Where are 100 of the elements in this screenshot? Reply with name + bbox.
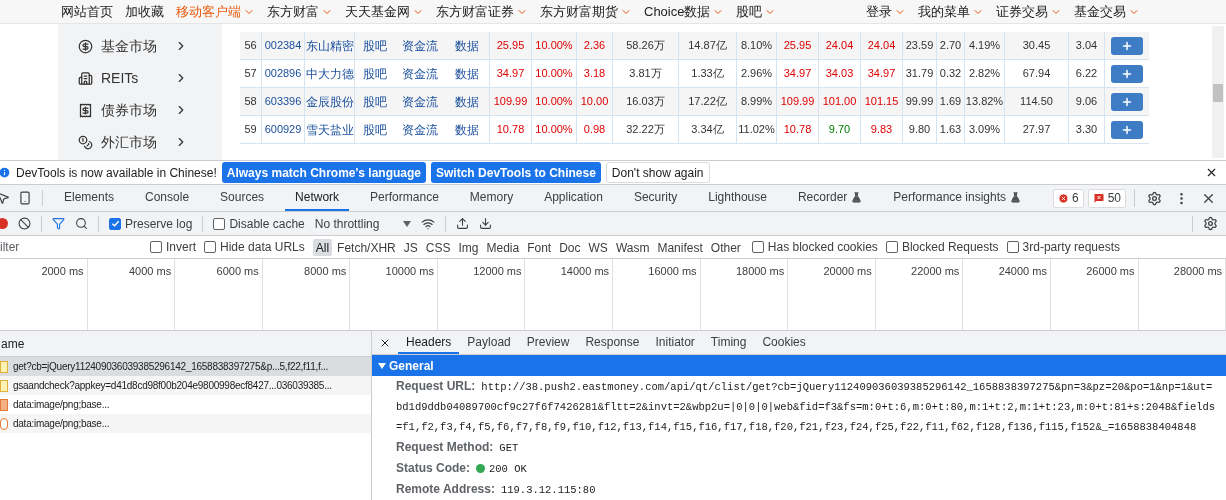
table-link[interactable]: 资金流 bbox=[395, 88, 445, 115]
filter-icon[interactable] bbox=[52, 217, 65, 230]
nav-link[interactable]: 基金交易 bbox=[1068, 1, 1146, 22]
checkbox[interactable] bbox=[109, 217, 121, 230]
record-icon[interactable] bbox=[0, 218, 8, 229]
details-tab[interactable]: Cookies bbox=[754, 331, 814, 355]
close-icon[interactable] bbox=[1205, 166, 1218, 179]
settings-icon[interactable] bbox=[1203, 216, 1218, 231]
sidebar-item[interactable]: REITs bbox=[58, 62, 222, 94]
type-filter-chip[interactable]: Fetch/XHR bbox=[334, 238, 399, 256]
nav-link[interactable]: Choice数据 bbox=[638, 1, 731, 22]
devtools-tab[interactable]: Security bbox=[623, 185, 688, 211]
add-button[interactable] bbox=[1111, 36, 1143, 55]
devtools-tab[interactable]: Recorder bbox=[787, 185, 873, 211]
sidebar-item[interactable]: 基金市场 bbox=[58, 30, 222, 62]
request-row[interactable]: data:image/png;base... bbox=[0, 414, 371, 433]
type-filter-chip[interactable]: CSS bbox=[422, 238, 454, 256]
stock-name-link[interactable]: 中大力德 bbox=[305, 60, 355, 87]
nav-link[interactable]: 东方财富期货 bbox=[534, 1, 638, 22]
devtools-tab[interactable]: Performance insights bbox=[883, 185, 1032, 211]
add-button[interactable] bbox=[1111, 64, 1143, 83]
download-icon[interactable] bbox=[479, 217, 493, 230]
devtools-tab[interactable]: Memory bbox=[459, 185, 524, 211]
checkbox[interactable] bbox=[204, 241, 216, 253]
infobar-button[interactable]: Switch DevTools to Chinese bbox=[431, 162, 601, 183]
settings-icon[interactable] bbox=[1147, 190, 1162, 206]
type-filter-chip[interactable]: Other bbox=[707, 238, 744, 256]
checkbox[interactable] bbox=[150, 241, 162, 253]
add-button[interactable] bbox=[1111, 92, 1143, 111]
stock-code-link[interactable]: 603396 bbox=[262, 88, 305, 115]
table-link[interactable]: 资金流 bbox=[395, 116, 445, 143]
table-link[interactable]: 资金流 bbox=[395, 32, 445, 59]
section-header[interactable]: General bbox=[372, 355, 1226, 376]
nav-link[interactable]: 东方财富证券 bbox=[430, 1, 534, 22]
details-tab[interactable]: Preview bbox=[518, 331, 578, 355]
stock-name-link[interactable]: 雪天盐业 bbox=[305, 116, 355, 143]
add-button[interactable] bbox=[1111, 120, 1143, 139]
type-filter-chip[interactable]: Wasm bbox=[612, 238, 653, 256]
devtools-tab[interactable]: Application bbox=[534, 185, 613, 211]
clear-icon[interactable] bbox=[18, 217, 31, 230]
request-row[interactable]: get?cb=jQuery112409036039385296142_1658838397275&p...5,f22,f11,f... bbox=[0, 357, 371, 376]
table-link[interactable]: 数据 bbox=[445, 116, 490, 143]
stock-code-link[interactable]: 002384 bbox=[262, 32, 305, 59]
details-tab[interactable]: Timing bbox=[702, 331, 755, 355]
nav-link[interactable]: 东方财富 bbox=[261, 1, 339, 22]
type-filter-chip[interactable]: JS bbox=[400, 238, 421, 256]
filter-field[interactable]: ilter bbox=[0, 237, 142, 257]
infobar-button[interactable]: Don't show again bbox=[605, 162, 710, 183]
table-link[interactable]: 股吧 bbox=[355, 60, 395, 87]
type-filter-chip[interactable]: Doc bbox=[556, 238, 584, 256]
type-filter-chip[interactable]: Manifest bbox=[654, 238, 706, 256]
nav-link[interactable]: 我的菜单 bbox=[912, 1, 990, 22]
type-filter-chip[interactable]: Media bbox=[483, 238, 523, 256]
nav-link[interactable]: 股吧 bbox=[730, 1, 783, 22]
sidebar-item[interactable]: 外汇市场 bbox=[58, 126, 222, 158]
stock-code-link[interactable]: 002896 bbox=[262, 60, 305, 87]
nav-link[interactable]: 网站首页 bbox=[55, 1, 119, 22]
nav-link[interactable]: 登录 bbox=[860, 1, 912, 22]
stock-name-link[interactable]: 东山精密 bbox=[305, 32, 355, 59]
search-icon[interactable] bbox=[75, 217, 88, 230]
sidebar-item[interactable]: 债券市场 bbox=[58, 94, 222, 126]
table-link[interactable]: 股吧 bbox=[355, 32, 395, 59]
column-header[interactable]: ame bbox=[0, 331, 371, 357]
devtools-tab[interactable]: Sources bbox=[210, 185, 275, 211]
devtools-tab[interactable]: Performance bbox=[360, 185, 449, 211]
table-link[interactable]: 数据 bbox=[445, 60, 490, 87]
type-filter-chip[interactable]: WS bbox=[585, 238, 611, 256]
warning-count-badge[interactable]: 50 bbox=[1087, 188, 1126, 208]
details-tab[interactable]: Payload bbox=[459, 331, 519, 355]
stock-name-link[interactable]: 金辰股份 bbox=[305, 88, 355, 115]
device-icon[interactable] bbox=[18, 191, 32, 205]
type-filter-chip[interactable]: Img bbox=[455, 238, 482, 256]
type-filter-chip[interactable]: Font bbox=[524, 238, 555, 256]
network-conditions-icon[interactable] bbox=[421, 216, 436, 231]
error-count-badge[interactable]: 6 bbox=[1052, 188, 1084, 208]
inspect-icon[interactable] bbox=[0, 191, 10, 205]
details-tab[interactable]: Initiator bbox=[647, 331, 703, 355]
nav-link[interactable]: 天天基金网 bbox=[339, 1, 430, 22]
devtools-tab[interactable]: Lighthouse bbox=[698, 185, 777, 211]
throttling-dropdown[interactable]: No throttling bbox=[314, 214, 412, 233]
table-link[interactable]: 数据 bbox=[445, 88, 490, 115]
table-link[interactable]: 股吧 bbox=[355, 88, 395, 115]
devtools-tab[interactable]: Elements bbox=[54, 185, 125, 211]
upload-icon[interactable] bbox=[456, 217, 470, 230]
type-filter-chip[interactable]: All bbox=[312, 238, 333, 256]
table-link[interactable]: 股吧 bbox=[355, 116, 395, 143]
stock-code-link[interactable]: 600929 bbox=[262, 116, 305, 143]
scrollbar[interactable] bbox=[1212, 26, 1224, 158]
checkbox[interactable] bbox=[885, 241, 898, 253]
table-link[interactable]: 资金流 bbox=[395, 60, 445, 87]
request-row[interactable]: gsaandcheck?appkey=d41d8cd98f00b204e9800998ecf8427...036039385... bbox=[0, 376, 371, 395]
devtools-tab[interactable]: Console bbox=[135, 185, 200, 211]
checkbox[interactable] bbox=[213, 217, 226, 230]
checkbox[interactable] bbox=[1006, 241, 1019, 253]
details-tab[interactable]: Response bbox=[577, 331, 648, 355]
nav-link[interactable]: 加收藏 bbox=[119, 1, 170, 22]
nav-link[interactable]: 证券交易 bbox=[990, 1, 1068, 22]
table-link[interactable]: 数据 bbox=[445, 32, 490, 59]
infobar-button[interactable]: Always match Chrome's language bbox=[221, 162, 427, 183]
checkbox[interactable] bbox=[751, 241, 764, 253]
